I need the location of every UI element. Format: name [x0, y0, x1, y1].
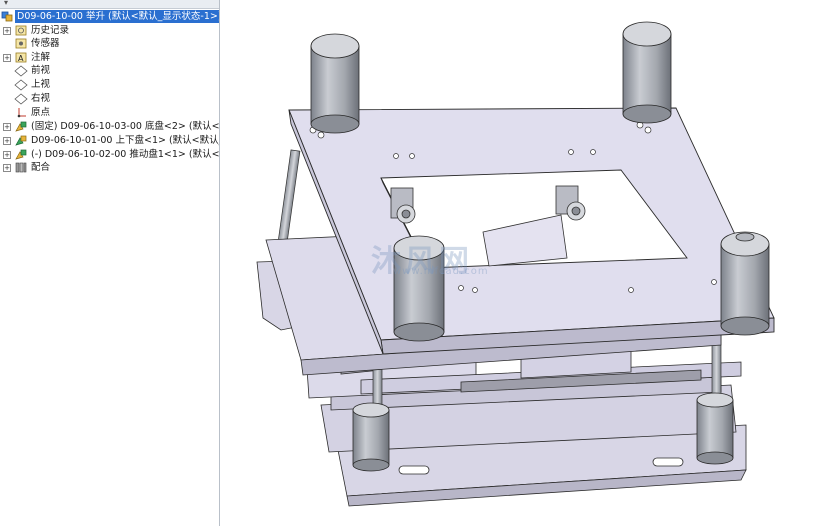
assembly-model	[256, 21, 775, 507]
cylinder-back-right	[622, 21, 672, 124]
tree-item-label: 前视	[31, 65, 51, 76]
expand-toggle[interactable]: +	[3, 151, 11, 159]
mates-icon	[14, 161, 28, 174]
expand-toggle[interactable]: +	[3, 27, 11, 35]
assembly-icon	[1, 10, 15, 23]
tree-item-front-plane[interactable]: 前视	[0, 64, 219, 77]
expand-toggle[interactable]: +	[3, 164, 11, 172]
tree-item-label: 右视	[31, 93, 51, 104]
cylinder-front-right	[720, 231, 770, 336]
tree-item-label: (固定) D09-06-10-03-00 底盘<2> (默认<默认	[31, 121, 220, 132]
tree-root-assembly[interactable]: D09-06-10-00 举升 (默认<默认_显示状态-1>)	[0, 10, 219, 23]
sensor-icon	[14, 37, 28, 50]
subassembly-icon	[14, 148, 28, 161]
plane-icon	[14, 78, 28, 91]
history-folder-icon	[14, 24, 28, 37]
tree-item-label: 原点	[31, 107, 51, 118]
tree-item-label: 配合	[31, 162, 51, 173]
tree-item-label: 注解	[31, 52, 51, 63]
tree-item-label: 上视	[31, 79, 51, 90]
tree-item-push-plate[interactable]: + (-) D09-06-10-02-00 推动盘1<1> (默认<默认	[0, 148, 219, 161]
tree-item-label: 传感器	[31, 38, 60, 49]
expand-toggle[interactable]: +	[3, 54, 11, 62]
plane-icon	[14, 64, 28, 77]
tree-item-upper-lower-plate[interactable]: + D09-06-10-01-00 上下盘<1> (默认<默认_显	[0, 134, 219, 147]
cylinder-bottom-left	[352, 402, 390, 472]
plane-icon	[14, 92, 28, 105]
tree-item-label: D09-06-10-01-00 上下盘<1> (默认<默认_显	[31, 135, 220, 146]
tree-item-annotations[interactable]: + A 注解	[0, 51, 219, 64]
cylinder-bottom-right	[696, 392, 734, 465]
tree-toolbar: ▾	[0, 0, 219, 9]
tree-item-mates[interactable]: + 配合	[0, 161, 219, 174]
cylinder-back-left	[310, 33, 360, 134]
tree-root-label: D09-06-10-00 举升 (默认<默认_显示状态-1>)	[15, 10, 219, 23]
tree-item-label: (-) D09-06-10-02-00 推动盘1<1> (默认<默认	[31, 149, 220, 160]
watermark-url: www.mfcad.com	[393, 266, 489, 277]
svg-text:A: A	[18, 54, 24, 63]
tree-item-label: 历史记录	[31, 25, 70, 36]
graphics-viewport[interactable]: 沐风网 www.mfcad.com	[221, 0, 820, 526]
filter-icon[interactable]: ▾	[4, 0, 8, 7]
expand-toggle[interactable]: +	[3, 123, 11, 131]
feature-manager-tree: ▾ D09-06-10-00 举升 (默认<默认_显示状态-1>) + 历史记录…	[0, 0, 220, 526]
tree-item-sensors[interactable]: 传感器	[0, 37, 219, 50]
expand-toggle[interactable]: +	[3, 137, 11, 145]
tree-item-history[interactable]: + 历史记录	[0, 24, 219, 37]
origin-icon	[14, 106, 28, 119]
subassembly-icon	[14, 120, 28, 133]
subassembly-icon	[14, 134, 28, 147]
tree-item-top-plane[interactable]: 上视	[0, 78, 219, 91]
tree-item-origin[interactable]: 原点	[0, 106, 219, 119]
tree-item-right-plane[interactable]: 右视	[0, 92, 219, 105]
tree-item-base-plate[interactable]: + (固定) D09-06-10-03-00 底盘<2> (默认<默认	[0, 120, 219, 133]
annotation-icon: A	[14, 51, 28, 64]
